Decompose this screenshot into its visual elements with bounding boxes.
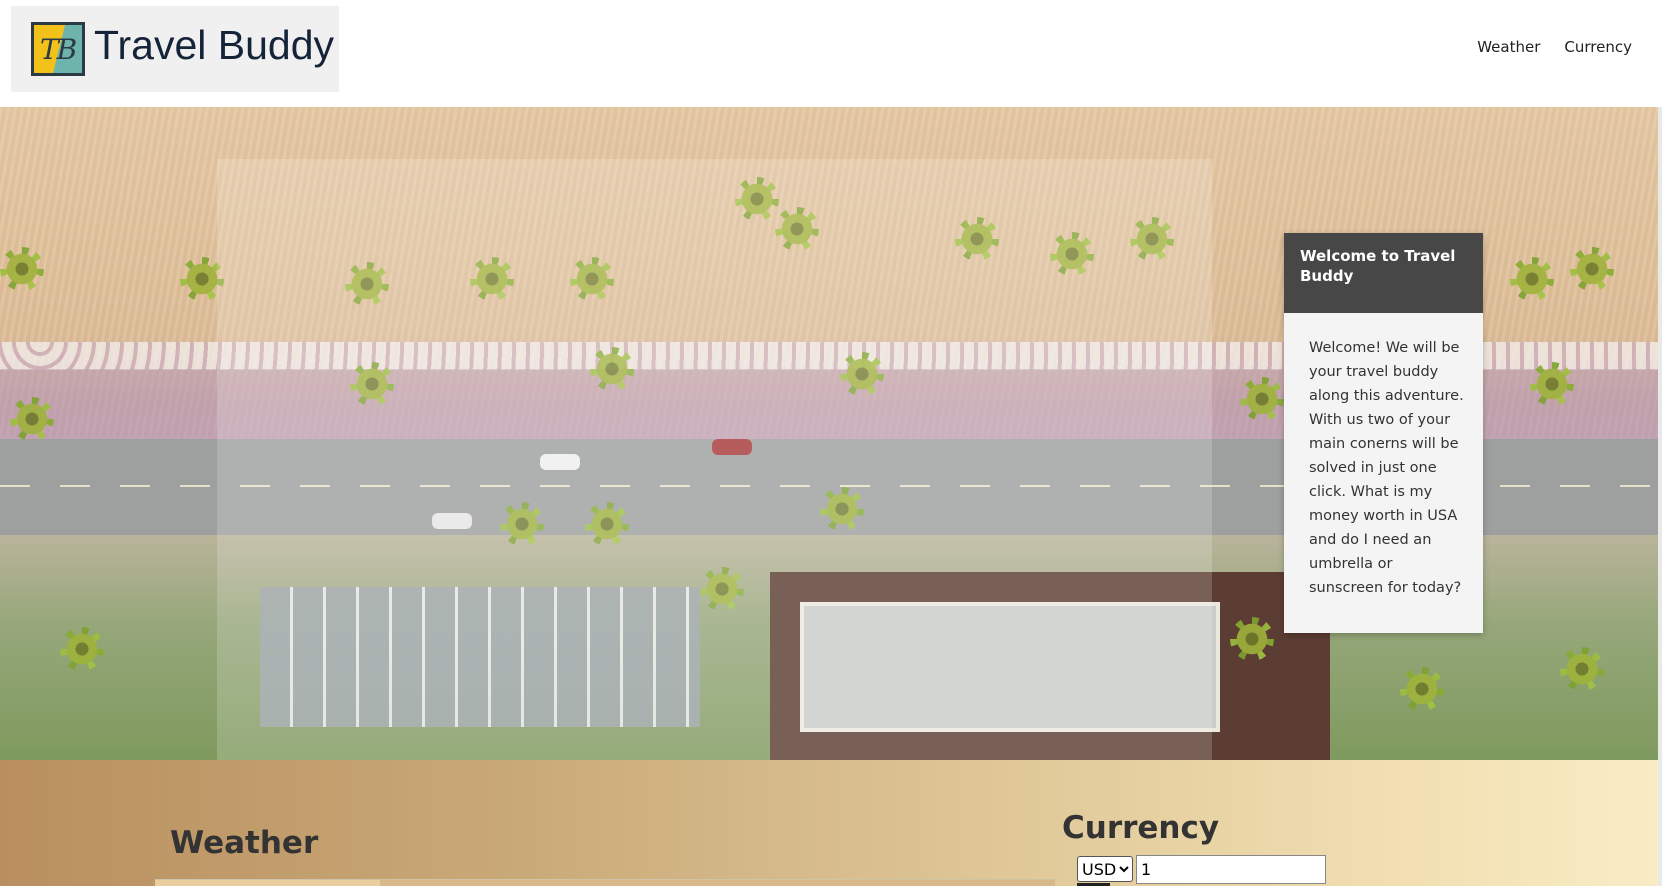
palm-tree [1400,667,1444,711]
info-section: Weather Currency USD [0,760,1662,886]
palm-tree [1510,257,1554,301]
logo-initials: TB [40,33,77,66]
palm-tree [1560,647,1604,691]
palm-tree [1530,362,1574,406]
palm-tree [0,247,44,291]
page-scrollbar[interactable] [1658,107,1662,886]
palm-tree [1230,617,1274,661]
palm-tree [1570,247,1614,291]
weather-heading: Weather [170,825,319,861]
welcome-card-title: Welcome to Travel Buddy [1284,233,1483,313]
hero-translucent-overlay [217,159,1212,760]
weather-panel-edge [155,879,1055,886]
main-nav: Weather Currency [1477,38,1632,56]
welcome-card-text: Welcome! We will be your travel buddy al… [1309,340,1464,596]
palm-tree [1240,377,1284,421]
brand-logo-area[interactable]: TB Travel Buddy [11,6,339,92]
currency-select[interactable]: USD [1077,856,1133,882]
nav-weather-link[interactable]: Weather [1477,38,1540,56]
top-header: TB Travel Buddy Weather Currency [0,0,1662,107]
currency-amount-input[interactable] [1136,855,1326,884]
brand-name: Travel Buddy [94,22,335,68]
nav-currency-link[interactable]: Currency [1564,38,1632,56]
welcome-card: Welcome to Travel Buddy Welcome! We will… [1284,233,1483,633]
palm-tree [60,627,104,671]
currency-heading: Currency [1062,810,1220,846]
palm-tree [10,397,54,441]
travel-buddy-logo-icon: TB [31,22,85,76]
